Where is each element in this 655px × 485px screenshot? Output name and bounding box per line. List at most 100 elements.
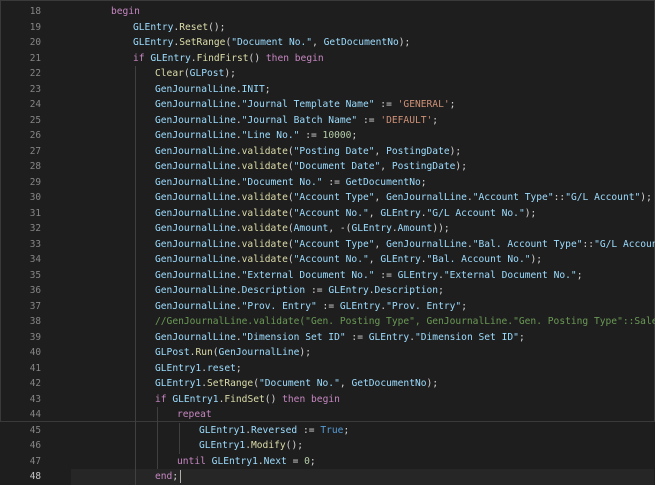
indent-guide	[179, 438, 180, 454]
indent-guide	[135, 407, 136, 423]
line-number: 27	[29, 145, 41, 157]
code-text: GenJournalLine.validate("Account No.", G…	[155, 254, 543, 265]
code-line[interactable]: 46 GLEntry1.Modify();	[30, 438, 654, 454]
code-line[interactable]: 45 GLEntry1.Reversed := True;	[30, 422, 654, 438]
indent-guide	[135, 391, 136, 407]
indent-guide	[157, 407, 158, 423]
code-text: GenJournalLine."Journal Batch Name" := '…	[155, 114, 439, 126]
indent-guide	[135, 453, 136, 469]
indent-guide	[135, 97, 136, 113]
line-number: 38	[29, 316, 41, 327]
indent-guide	[135, 143, 136, 159]
line-number: 48	[29, 471, 41, 482]
code-line[interactable]: 34 GenJournalLine.validate("Account No.",…	[30, 252, 654, 268]
code-line[interactable]: 38 //GenJournalLine.validate("Gen. Postin…	[30, 314, 655, 330]
line-number: 23	[29, 83, 41, 95]
line-number: 39	[29, 331, 41, 343]
line-number: 24	[29, 99, 41, 110]
line-number: 29	[29, 176, 41, 188]
indent-guide	[135, 283, 136, 299]
code-line[interactable]: 39 GenJournalLine."Dimension Set ID" := G…	[30, 329, 654, 345]
indent-guide	[157, 422, 158, 438]
code-line[interactable]: 22 Clear(GLPost);	[30, 66, 654, 82]
code-line[interactable]: 36 GenJournalLine.Description := GLEntry.…	[30, 283, 654, 299]
code-line[interactable]: 26 GenJournalLine."Line No." := 10000;	[30, 128, 654, 144]
indent-guide	[135, 345, 136, 361]
code-text: GenJournalLine."Document No." := GetDocu…	[155, 176, 427, 188]
line-number: 35	[29, 269, 41, 281]
code-line[interactable]: 24 GenJournalLine."Journal Template Name"…	[30, 97, 654, 113]
code-text: repeat	[177, 409, 212, 420]
code-line[interactable]: 43 if GLEntry1.FindSet() then begin	[30, 391, 654, 407]
line-number: 41	[29, 362, 41, 374]
line-number: 36	[29, 285, 41, 296]
code-line[interactable]: 30 GenJournalLine.validate("Account Type"…	[30, 190, 654, 206]
code-line[interactable]: 27 GenJournalLine.validate("Posting Date"…	[30, 143, 654, 159]
code-line[interactable]: 21 if GLEntry.FindFirst() then begin	[30, 51, 654, 67]
line-number: 45	[29, 424, 41, 436]
code-line[interactable]: 40 GLPost.Run(GenJournalLine);	[30, 345, 654, 361]
line-number: 19	[29, 21, 41, 33]
indent-guide	[135, 236, 136, 252]
code-line[interactable]: 25 GenJournalLine."Journal Batch Name" :=…	[30, 112, 654, 128]
code-line[interactable]: 31 GenJournalLine.validate("Account No.",…	[30, 205, 654, 221]
code-text: end;	[155, 471, 179, 482]
code-text: //GenJournalLine.validate("Gen. Posting …	[155, 316, 655, 327]
line-number: 42	[29, 378, 41, 389]
code-text: GLEntry1.reset;	[155, 362, 242, 374]
code-line[interactable]: 44 repeat	[30, 407, 654, 423]
code-line[interactable]: 47 until GLEntry1.Next = 0;	[30, 453, 654, 469]
code-text: until GLEntry1.Next = 0;	[177, 455, 316, 467]
indent-guide	[135, 112, 136, 128]
indent-guide	[135, 159, 136, 175]
line-number: 18	[29, 6, 41, 17]
indent-guide	[157, 453, 158, 469]
code-editor[interactable]: 18 begin 19 GLEntry.Reset(); 20 GLEntry.SetRa…	[0, 0, 655, 485]
code-line[interactable]: 41 GLEntry1.reset;	[30, 360, 654, 376]
indent-guide	[135, 128, 136, 144]
code-text: GLEntry1.Reversed := True;	[199, 424, 350, 436]
line-number: 30	[29, 192, 41, 203]
code-text: GenJournalLine."External Document No." :…	[155, 269, 583, 281]
line-number: 32	[29, 223, 41, 234]
indent-guide	[135, 66, 136, 82]
indent-guide	[135, 252, 136, 268]
indent-guide	[135, 422, 136, 438]
line-number: 44	[29, 409, 41, 420]
code-line[interactable]: 42 GLEntry1.SetRange("Document No.", GetD…	[30, 376, 654, 392]
code-text: GLEntry1.Modify();	[199, 440, 303, 451]
indent-guide	[135, 174, 136, 190]
indent-guide	[135, 81, 136, 97]
line-number: 31	[29, 207, 41, 219]
code-line[interactable]: 19 GLEntry.Reset();	[30, 20, 654, 36]
code-line[interactable]: 32 GenJournalLine.validate(Amount, -(GLEn…	[30, 221, 654, 237]
code-text: Clear(GLPost);	[155, 68, 236, 79]
code-text: GenJournalLine."Prov. Entry" := GLEntry.…	[155, 300, 467, 312]
line-number: 47	[29, 455, 41, 467]
code-text: GenJournalLine."Journal Template Name" :…	[155, 99, 456, 110]
code-text: GenJournalLine.validate("Document Date",…	[155, 161, 467, 172]
line-number: 37	[29, 300, 41, 312]
code-text: GenJournalLine."Dimension Set ID" := GLE…	[155, 331, 525, 343]
code-line[interactable]: 29 GenJournalLine."Document No." := GetDo…	[30, 174, 654, 190]
code-text: GenJournalLine.Description := GLEntry.De…	[155, 285, 444, 296]
line-number: 21	[29, 52, 41, 64]
line-number: 43	[29, 393, 41, 405]
code-line[interactable]: 28 GenJournalLine.validate("Document Date…	[30, 159, 654, 175]
code-area[interactable]: 18 begin 19 GLEntry.Reset(); 20 GLEntry.SetRa…	[30, 4, 655, 485]
code-line[interactable]: 20 GLEntry.SetRange("Document No.", GetDo…	[30, 35, 654, 51]
code-line[interactable]: 33 GenJournalLine.validate("Account Type"…	[30, 236, 655, 252]
code-line[interactable]: 23 GenJournalLine.INIT;	[30, 81, 654, 97]
indent-guide	[135, 314, 136, 330]
indent-guide	[135, 360, 136, 376]
code-line[interactable]: 37 GenJournalLine."Prov. Entry" := GLEntr…	[30, 298, 654, 314]
indent-guide	[135, 376, 136, 392]
code-line[interactable]: 48 end;	[30, 469, 654, 485]
indent-guide	[157, 438, 158, 454]
code-text: if GLEntry.FindFirst() then begin	[133, 52, 324, 64]
code-line[interactable]: 18 begin	[30, 4, 654, 20]
code-text: begin	[111, 6, 140, 17]
code-line[interactable]: 35 GenJournalLine."External Document No."…	[30, 267, 654, 283]
indent-guide	[135, 190, 136, 206]
code-text: GenJournalLine.validate("Account Type", …	[155, 192, 652, 203]
